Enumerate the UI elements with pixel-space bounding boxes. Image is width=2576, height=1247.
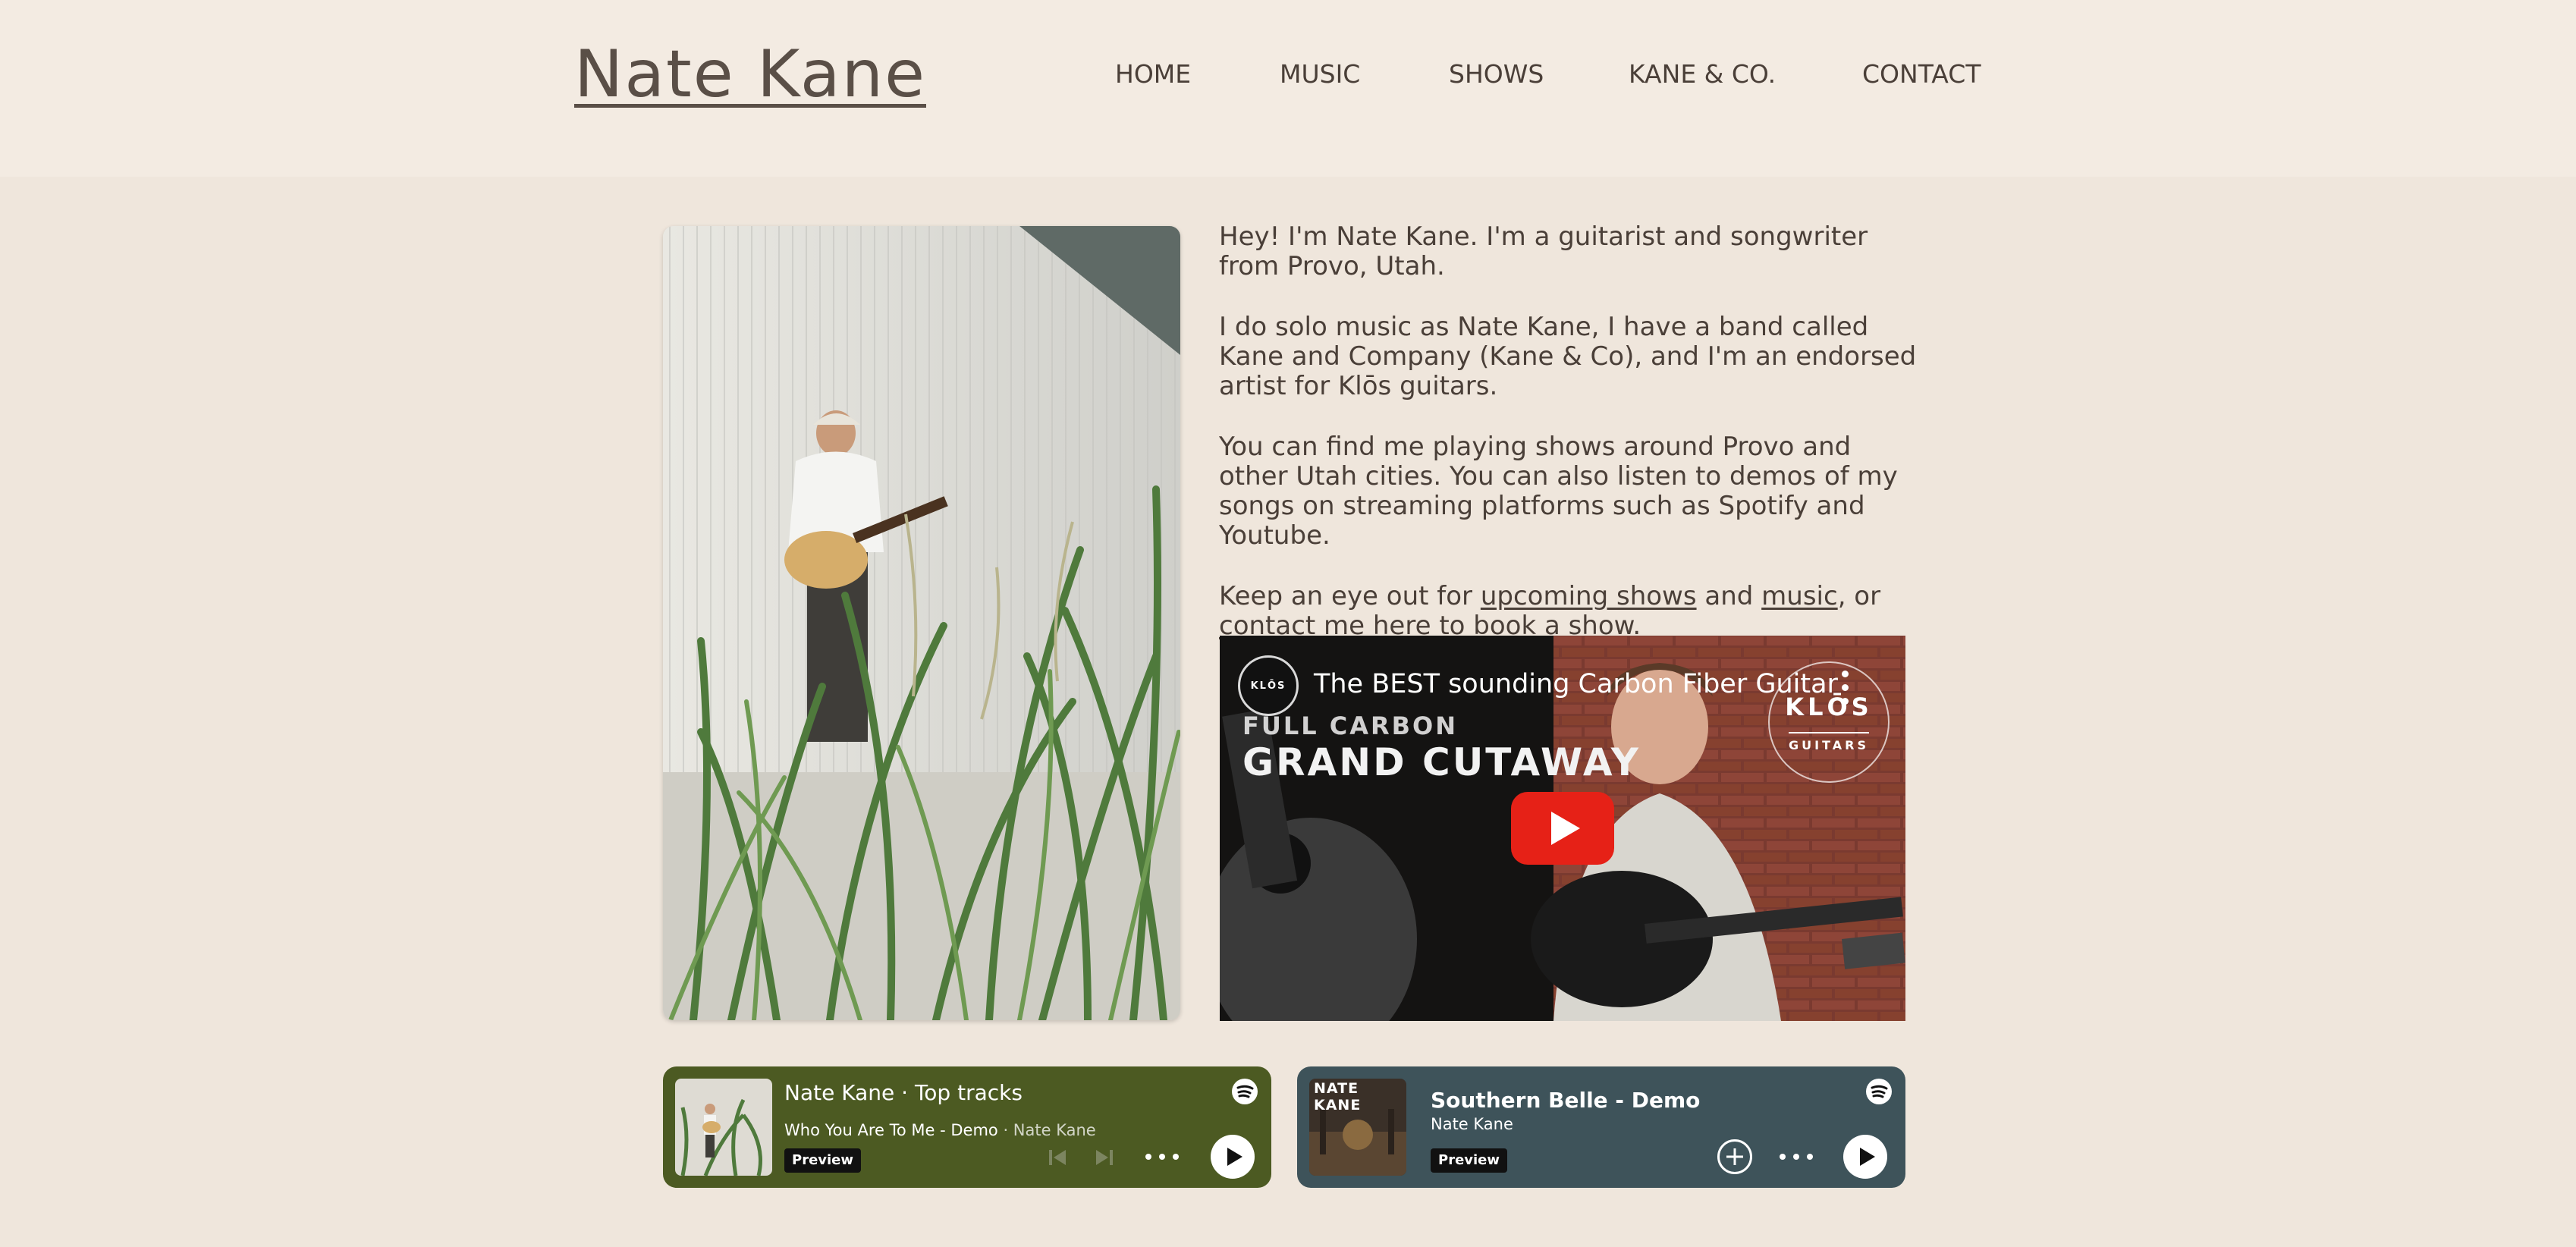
bio-paragraph-2: I do solo music as Nate Kane, I have a b… xyxy=(1219,312,1917,401)
more-options-icon[interactable] xyxy=(1145,1154,1179,1161)
spotify-logo-icon[interactable] xyxy=(1866,1079,1892,1104)
nav-contact[interactable]: CONTACT xyxy=(1862,59,1981,89)
skip-back-icon[interactable] xyxy=(1045,1145,1070,1170)
track-name[interactable]: Who You Are To Me - Demo xyxy=(784,1121,998,1139)
video-overlay-text: FULL CARBON GRAND CUTAWAY xyxy=(1242,711,1641,784)
bio-text-segment: Keep an eye out for xyxy=(1219,581,1481,611)
spotify-play-button[interactable] xyxy=(1843,1135,1887,1179)
artist-photo xyxy=(663,226,1180,1020)
overlay-line-2: GRAND CUTAWAY xyxy=(1242,740,1641,784)
klos-logo-sub: GUITARS xyxy=(1789,731,1869,752)
add-to-library-icon[interactable] xyxy=(1717,1139,1752,1174)
preview-badge: Preview xyxy=(1431,1148,1508,1173)
track-cover-art xyxy=(675,1079,772,1176)
track-artist[interactable]: Nate Kane xyxy=(1013,1121,1096,1139)
youtube-play-button[interactable] xyxy=(1511,792,1614,865)
bio-text: Hey! I'm Nate Kane. I'm a guitarist and … xyxy=(1219,222,1921,672)
current-track-info: Who You Are To Me - Demo · Nate Kane xyxy=(784,1121,1096,1139)
channel-avatar-label: KLŌS xyxy=(1250,680,1286,692)
nav-kane-and-co[interactable]: KANE & CO. xyxy=(1629,59,1776,89)
playlist-label: Top tracks xyxy=(914,1080,1023,1105)
overlay-line-1: FULL CARBON xyxy=(1242,711,1459,740)
track-title[interactable]: Southern Belle - Demo xyxy=(1431,1088,1700,1113)
title-separator: · xyxy=(901,1080,909,1105)
nav-home[interactable]: HOME xyxy=(1115,59,1191,89)
bio-paragraph-4: Keep an eye out for upcoming shows and m… xyxy=(1219,582,1921,641)
channel-avatar-icon[interactable]: KLŌS xyxy=(1238,655,1299,716)
bio-paragraph-3: You can find me playing shows around Pro… xyxy=(1219,432,1898,551)
nav-music[interactable]: MUSIC xyxy=(1280,59,1360,89)
cover-label: NATE KANE xyxy=(1314,1080,1362,1114)
youtube-video-embed[interactable]: FULL CARBON GRAND CUTAWAY KLŌS GUITARS K… xyxy=(1220,636,1905,1021)
music-link[interactable]: music xyxy=(1761,581,1838,611)
video-more-options-icon[interactable] xyxy=(1837,671,1852,716)
artist-name[interactable]: Nate Kane xyxy=(784,1080,894,1105)
nav-shows[interactable]: SHOWS xyxy=(1449,59,1544,89)
spotify-play-button[interactable] xyxy=(1211,1135,1255,1179)
bio-text-segment: and xyxy=(1696,581,1762,611)
more-options-icon[interactable] xyxy=(1780,1154,1813,1161)
spotify-top-tracks-widget[interactable]: Nate Kane · Top tracks Who You Are To Me… xyxy=(663,1066,1271,1188)
upcoming-shows-link[interactable]: upcoming shows xyxy=(1481,581,1697,611)
skip-forward-icon[interactable] xyxy=(1092,1145,1117,1170)
spotify-widget-title: Nate Kane · Top tracks xyxy=(784,1080,1023,1105)
site-header: Nate Kane HOME MUSIC SHOWS KANE & CO. CO… xyxy=(0,0,2576,177)
bio-text-segment: , or xyxy=(1837,581,1881,611)
album-cover-art: NATE KANE xyxy=(1309,1079,1406,1176)
bio-paragraph-1: Hey! I'm Nate Kane. I'm a guitarist and … xyxy=(1219,221,1868,281)
play-icon xyxy=(1551,812,1580,845)
preview-badge: Preview xyxy=(784,1148,862,1173)
site-logo-link[interactable]: Nate Kane xyxy=(574,36,926,112)
spotify-track-widget[interactable]: NATE KANE Southern Belle - Demo Nate Kan… xyxy=(1297,1066,1905,1188)
play-icon xyxy=(1859,1148,1875,1166)
spotify-logo-icon[interactable] xyxy=(1232,1079,1258,1104)
video-title[interactable]: The BEST sounding Carbon Fiber Guitar xyxy=(1314,669,1838,699)
track-artist[interactable]: Nate Kane xyxy=(1431,1115,1513,1133)
play-icon xyxy=(1227,1148,1242,1166)
